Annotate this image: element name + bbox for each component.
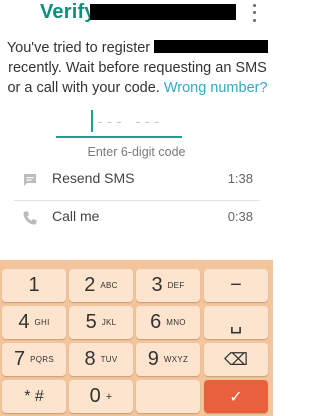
message-line-1: You've tried to register [6,40,151,56]
key-6-digit: 6 [150,311,162,333]
code-placeholder: --- --- [96,115,162,131]
key-5[interactable]: 5 JKL [69,306,133,339]
done-button[interactable]: ✓ [204,380,268,413]
wrong-number-link[interactable]: Wrong number? [164,80,268,96]
message-line-2: recently. Wait before requesting an SMS [8,60,267,76]
key-0[interactable]: 0 + [69,380,133,413]
key-5-digit: 5 [85,311,97,333]
checkmark-icon: ✓ [229,388,243,406]
numeric-keypad: 1 2 ABC 3 DEF − 4 GHI 5 JKL 6 MNO ␣ 7 PQRS 8 TU… [0,260,273,416]
minus-key[interactable]: − [204,269,268,302]
resend-sms-option[interactable]: Resend SMS 1:38 [0,162,273,196]
key-3-letters: DEF [167,281,185,290]
backspace-icon: ⌫ [223,349,249,369]
code-hint: Enter 6-digit code [87,145,186,159]
key-5-letters: JKL [101,318,117,327]
key-9-letters: WXYZ [163,355,189,364]
key-7-digit: 7 [14,348,26,370]
space-key-icon: ␣ [229,312,243,334]
key-7-letters: PQRS [30,355,54,364]
blank-key[interactable] [136,380,200,413]
key-2[interactable]: 2 ABC [69,269,133,302]
backspace-key[interactable]: ⌫ [204,343,268,376]
key-2-letters: ABC [100,281,118,290]
text-cursor [91,110,93,132]
key-0-digit: 0 [89,385,101,407]
key-9-digit: 9 [147,348,159,370]
space-key[interactable]: ␣ [204,306,268,339]
call-me-label: Call me [52,208,100,224]
redacted-phone-number-inline [154,40,269,53]
phone-icon [23,211,37,225]
page-title: Verify [40,1,96,23]
message-line-3: or a call with your code. [7,80,160,96]
key-9[interactable]: 9 WXYZ [136,343,200,376]
call-me-option[interactable]: Call me 0:38 [0,200,273,234]
verification-message: You've tried to register recently. Wait … [6,38,269,98]
resend-sms-timer: 1:38 [227,171,253,186]
code-input-field[interactable]: --- --- [56,106,182,138]
symbols-key[interactable]: * # [2,380,66,413]
key-7[interactable]: 7 PQRS [2,343,66,376]
key-3-digit: 3 [151,274,163,296]
overflow-menu-icon[interactable] [248,2,260,24]
redacted-phone-number [90,4,236,20]
key-3[interactable]: 3 DEF [136,269,200,302]
key-2-digit: 2 [84,274,96,296]
key-6[interactable]: 6 MNO [136,306,200,339]
call-me-timer: 0:38 [227,209,253,224]
key-1-digit: 1 [28,274,40,296]
key-8-letters: TUV [100,355,118,364]
key-0-plus: + [105,390,113,403]
key-4-letters: GHI [34,318,50,327]
key-4[interactable]: 4 GHI [2,306,66,339]
symbols-key-label: * # [24,387,44,405]
key-4-digit: 4 [18,311,30,333]
message-icon [24,174,36,186]
key-8-digit: 8 [84,348,96,370]
app-header: Verify [0,0,273,26]
key-8[interactable]: 8 TUV [69,343,133,376]
key-1[interactable]: 1 [2,269,66,302]
resend-sms-label: Resend SMS [52,170,135,186]
key-6-letters: MNO [166,318,186,327]
minus-key-symbol: − [230,274,242,296]
